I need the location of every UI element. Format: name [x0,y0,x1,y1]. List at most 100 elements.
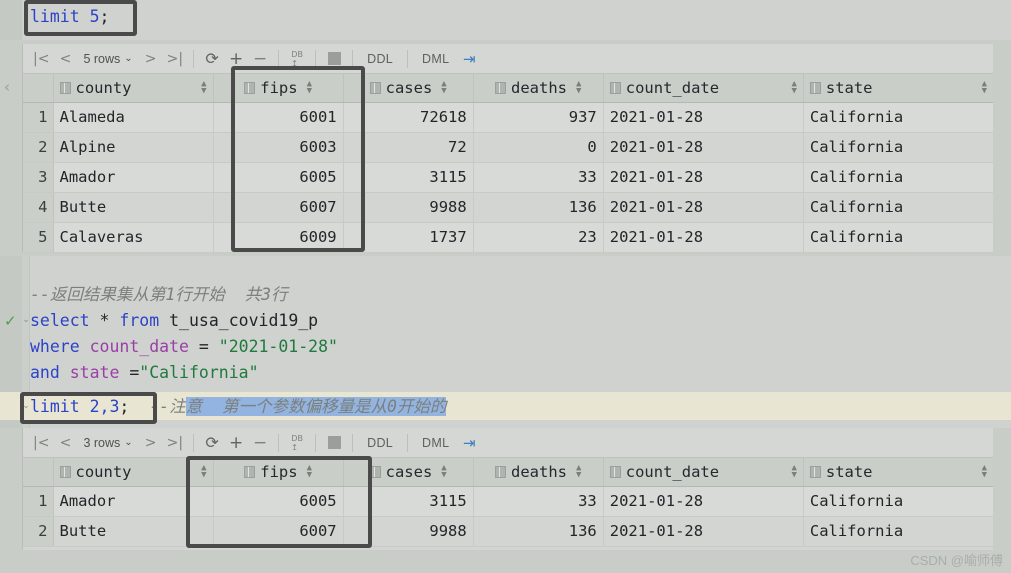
sort-icon[interactable]: ▲ ▼ [791,79,796,95]
table-row[interactable]: 2 Alpine 6003 72 0 2021-01-28 California [23,132,993,163]
cell-count-date[interactable]: 2021-01-28 [603,162,804,193]
row-count-selector-1[interactable]: 5 rows ⌄ [77,52,138,66]
first-page-icon[interactable]: |< [29,431,53,455]
header-count-date[interactable]: count_date ▲ ▼ [603,458,804,487]
cell-state[interactable]: California [803,486,993,517]
ddl-button[interactable]: DDL [359,52,401,66]
table-row[interactable]: 5 Calaveras 6009 1737 23 2021-01-28 Cali… [23,222,993,253]
cell-fips[interactable]: 6005 [213,162,344,193]
transpose-icon[interactable]: ⇥ [457,431,481,455]
first-page-icon[interactable]: |< [29,47,53,71]
code-line-comment-1[interactable]: --返回结果集从第1行开始 共3行 [30,282,288,308]
sort-icon[interactable]: ▲ ▼ [441,463,446,479]
code-line-limit5[interactable]: limit 5; [30,4,109,30]
last-page-icon[interactable]: >| [163,47,187,71]
cell-fips[interactable]: 6007 [213,516,344,547]
sort-icon[interactable]: ▲ ▼ [307,463,312,479]
header-fips[interactable]: fips ▲ ▼ [213,458,344,487]
cell-county[interactable]: Amador [53,162,214,193]
cell-state[interactable]: California [803,162,993,193]
stop-icon[interactable] [322,47,346,71]
last-page-icon[interactable]: >| [163,431,187,455]
sort-icon[interactable]: ▲ ▼ [576,463,581,479]
code-line-and[interactable]: and state ="California" [30,360,259,386]
cell-count-date[interactable]: 2021-01-28 [603,102,804,133]
stop-icon[interactable] [322,431,346,455]
sort-icon[interactable]: ▲ ▼ [791,463,796,479]
header-cases[interactable]: cases ▲ ▼ [343,458,474,487]
cell-count-date[interactable]: 2021-01-28 [603,192,804,223]
table-row[interactable]: 4 Butte 6007 9988 136 2021-01-28 Califor… [23,192,993,223]
sort-icon[interactable]: ▲ ▼ [982,463,987,479]
cell-county[interactable]: Alpine [53,132,214,163]
cell-count-date[interactable]: 2021-01-28 [603,132,804,163]
cell-cases[interactable]: 3115 [343,162,474,193]
refresh-icon[interactable]: ⟳ [200,431,224,455]
cell-deaths[interactable]: 33 [473,162,604,193]
minus-icon[interactable]: − [248,47,272,71]
cell-state[interactable]: California [803,222,993,253]
header-county[interactable]: county ▲ ▼ [53,458,214,487]
table-row[interactable]: 1 Alameda 6001 72618 937 2021-01-28 Cali… [23,102,993,133]
header-county[interactable]: county ▲ ▼ [53,74,214,103]
cell-county[interactable]: Alameda [53,102,214,133]
sort-icon[interactable]: ▲ ▼ [982,79,987,95]
table-row[interactable]: 1 Amador 6005 3115 33 2021-01-28 Califor… [23,486,993,517]
cell-cases[interactable]: 9988 [343,516,474,547]
cell-count-date[interactable]: 2021-01-28 [603,516,804,547]
plus-icon[interactable]: + [224,47,248,71]
sort-icon[interactable]: ▲ ▼ [201,463,206,479]
sort-icon[interactable]: ▲ ▼ [441,79,446,95]
cell-cases[interactable]: 1737 [343,222,474,253]
cell-deaths[interactable]: 33 [473,486,604,517]
minus-icon[interactable]: − [248,431,272,455]
dml-button[interactable]: DML [414,436,457,450]
header-deaths[interactable]: deaths ▲ ▼ [473,74,604,103]
ddl-button[interactable]: DDL [359,436,401,450]
cell-deaths[interactable]: 136 [473,192,604,223]
cell-deaths[interactable]: 136 [473,516,604,547]
cell-state[interactable]: California [803,102,993,133]
cell-fips[interactable]: 6003 [213,132,344,163]
code-line-select[interactable]: select * from t_usa_covid19_p [30,308,318,334]
header-state[interactable]: state ▲ ▼ [803,74,993,103]
cell-county[interactable]: Butte [53,516,214,547]
next-page-icon[interactable]: > [139,47,163,71]
table-row[interactable]: 3 Amador 6005 3115 33 2021-01-28 Califor… [23,162,993,193]
cell-cases[interactable]: 72618 [343,102,474,133]
prev-page-icon[interactable]: < [53,431,77,455]
cell-count-date[interactable]: 2021-01-28 [603,486,804,517]
next-page-icon[interactable]: > [139,431,163,455]
sort-icon[interactable]: ▲ ▼ [307,79,312,95]
cell-cases[interactable]: 9988 [343,192,474,223]
header-cases[interactable]: cases ▲ ▼ [343,74,474,103]
plus-icon[interactable]: + [224,431,248,455]
cell-deaths[interactable]: 23 [473,222,604,253]
header-deaths[interactable]: deaths ▲ ▼ [473,458,604,487]
cell-county[interactable]: Butte [53,192,214,223]
collapse-chevron-left-1[interactable]: ‹ [4,78,10,96]
header-fips[interactable]: fips ▲ ▼ [213,74,344,103]
code-line-limit[interactable]: limit 2,3; --注意 第一个参数偏移量是从0开始的 [30,394,447,420]
db-upload-icon[interactable]: DB ↥ [285,47,309,71]
cell-fips[interactable]: 6009 [213,222,344,253]
refresh-icon[interactable]: ⟳ [200,47,224,71]
table-row[interactable]: 2 Butte 6007 9988 136 2021-01-28 Califor… [23,516,993,547]
header-count-date[interactable]: count_date ▲ ▼ [603,74,804,103]
cell-fips[interactable]: 6001 [213,102,344,133]
cell-state[interactable]: California [803,192,993,223]
cell-county[interactable]: Amador [53,486,214,517]
header-state[interactable]: state ▲ ▼ [803,458,993,487]
code-line-where[interactable]: where count_date = "2021-01-28" [30,334,338,360]
sort-icon[interactable]: ▲ ▼ [576,79,581,95]
cell-cases[interactable]: 3115 [343,486,474,517]
cell-fips[interactable]: 6007 [213,192,344,223]
prev-page-icon[interactable]: < [53,47,77,71]
cell-deaths[interactable]: 0 [473,132,604,163]
transpose-icon[interactable]: ⇥ [457,47,481,71]
sort-icon[interactable]: ▲ ▼ [201,79,206,95]
cell-deaths[interactable]: 937 [473,102,604,133]
cell-fips[interactable]: 6005 [213,486,344,517]
row-count-selector-2[interactable]: 3 rows ⌄ [77,436,138,450]
sql-editor-top[interactable]: ⌄ limit 5; [0,0,1011,40]
